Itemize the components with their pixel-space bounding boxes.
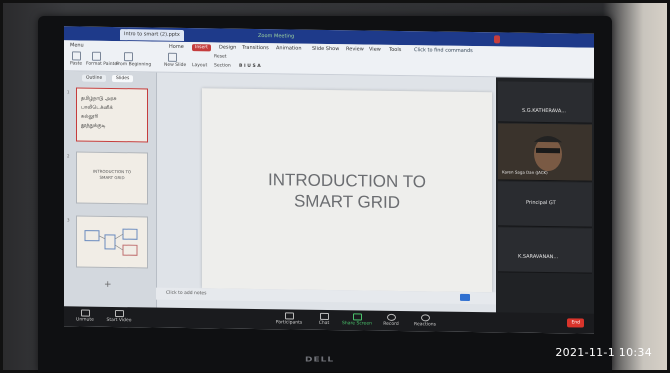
slide-thumbnail-2[interactable]: INTRODUCTION TO SMART GRID: [76, 151, 148, 205]
menu-view[interactable]: View: [369, 47, 381, 53]
chat-button[interactable]: Chat: [309, 312, 339, 327]
paste-label: Paste: [70, 61, 83, 67]
laptop-screen: Intro to smart (2).pptx Zoom Meeting Men…: [64, 26, 594, 334]
format-painter-label: Format Painter: [86, 61, 120, 68]
reactions-label: Reactions: [414, 322, 436, 328]
record-icon: [386, 313, 396, 321]
start-video-label: Start Video: [106, 317, 132, 324]
zoom-participant-panel: S.G.KATHERAVA... Karen Saga Dan (JACK) P…: [496, 77, 594, 324]
record-button[interactable]: Record: [376, 313, 406, 327]
chat-icon: [319, 312, 329, 320]
start-video-button[interactable]: Start Video: [104, 310, 134, 323]
participant-tile-1[interactable]: S.G.KATHERAVA...: [498, 81, 592, 124]
slide-title: INTRODUCTION TO SMART GRID: [202, 168, 492, 214]
participants-button[interactable]: Participants: [274, 312, 304, 326]
camera-icon: [114, 310, 124, 318]
slide-title-line2: SMART GRID: [293, 191, 401, 212]
participant-video-2[interactable]: Karen Saga Dan (JACK): [498, 123, 592, 182]
chat-label: Chat: [318, 320, 330, 327]
tab-zoom-meeting[interactable]: Zoom Meeting: [254, 31, 298, 43]
thumb-number-2: 2: [67, 153, 70, 159]
microphone-icon: [80, 309, 90, 317]
record-badge: [494, 35, 500, 44]
tab-outline[interactable]: Outline: [82, 74, 107, 82]
notes-placeholder[interactable]: Click to add notes: [166, 291, 207, 297]
participant-name-1: S.G.KATHERAVA...: [522, 107, 566, 115]
search-commands[interactable]: Click to find commands: [414, 47, 473, 54]
thumb1-line3: தூத்துக்குடி: [81, 122, 106, 129]
from-beginning-label: From Beginning: [116, 62, 152, 68]
participant-name-2: Karen Saga Dan (JACK): [502, 169, 548, 176]
participant-tile-3[interactable]: Principal GT: [498, 181, 592, 228]
menu-design[interactable]: Design: [219, 44, 236, 50]
paste-icon[interactable]: [72, 51, 81, 61]
reactions-button[interactable]: Reactions: [410, 314, 440, 327]
menu-home[interactable]: Home: [169, 44, 184, 50]
photo-timestamp: 2021-11-1 10:34: [555, 346, 652, 359]
menu-animation[interactable]: Animation: [276, 45, 302, 51]
share-screen-button[interactable]: Share Screen: [342, 313, 372, 327]
layout-label[interactable]: Layout: [192, 63, 207, 68]
circuit-diagram-thumb: [84, 228, 138, 256]
thumb-number-1: 1: [67, 89, 70, 95]
current-slide: INTRODUCTION TO SMART GRID: [202, 88, 492, 293]
people-icon: [284, 312, 294, 320]
menu-transitions[interactable]: Transitions: [242, 45, 269, 51]
menu-button[interactable]: Menu: [70, 42, 84, 48]
thumb1-line1: தமிழ்நாடு அரசு பாலிடெக்னிக்: [81, 95, 117, 111]
section-label[interactable]: Section: [214, 63, 231, 68]
tab-slides[interactable]: Slides: [112, 74, 134, 83]
menu-slide-show[interactable]: Slide Show: [312, 46, 339, 52]
participants-label: Participants: [275, 320, 303, 326]
format-painter-icon[interactable]: [92, 51, 101, 61]
menu-review[interactable]: Review: [346, 46, 364, 52]
tab-presentation[interactable]: Intro to smart (2).pptx: [120, 29, 184, 41]
slide-thumbnail-3[interactable]: [76, 215, 148, 269]
end-meeting-button[interactable]: End: [567, 318, 584, 328]
participant-tile-4[interactable]: K.SARAVANAN...: [498, 227, 592, 274]
participant-name-3: Principal GT: [526, 199, 556, 207]
smiley-icon: [420, 314, 430, 322]
new-slide-label: New Slide: [164, 62, 187, 69]
record-label: Record: [383, 321, 399, 327]
play-icon[interactable]: [124, 52, 133, 62]
new-slide-icon[interactable]: [168, 52, 177, 62]
unmute-button[interactable]: Unmute: [70, 309, 100, 323]
participant-name-4: K.SARAVANAN...: [518, 253, 559, 261]
slideshow-play-icon[interactable]: [460, 293, 470, 301]
share-icon: [352, 313, 362, 321]
laptop-brand-logo: DELL: [305, 356, 335, 364]
slide-thumbnail-pane: Outline Slides 1 தமிழ்நாடு அரசு பாலிடெக்…: [64, 71, 157, 318]
reset-label[interactable]: Reset: [214, 54, 227, 59]
thumb2-line2: SMART GRID: [99, 174, 125, 181]
menu-tools[interactable]: Tools: [389, 47, 401, 53]
thumb-number-3: 3: [67, 217, 70, 223]
share-screen-label: Share Screen: [342, 321, 372, 327]
font-style-buttons[interactable]: B I U S A: [239, 64, 261, 69]
menu-insert[interactable]: Insert: [192, 44, 211, 52]
unmute-label: Unmute: [76, 317, 94, 323]
slide-thumbnail-1[interactable]: தமிழ்நாடு அரசு பாலிடெக்னிக் கல்லூரி தூத்…: [76, 87, 148, 143]
add-slide-button[interactable]: +: [104, 280, 112, 290]
